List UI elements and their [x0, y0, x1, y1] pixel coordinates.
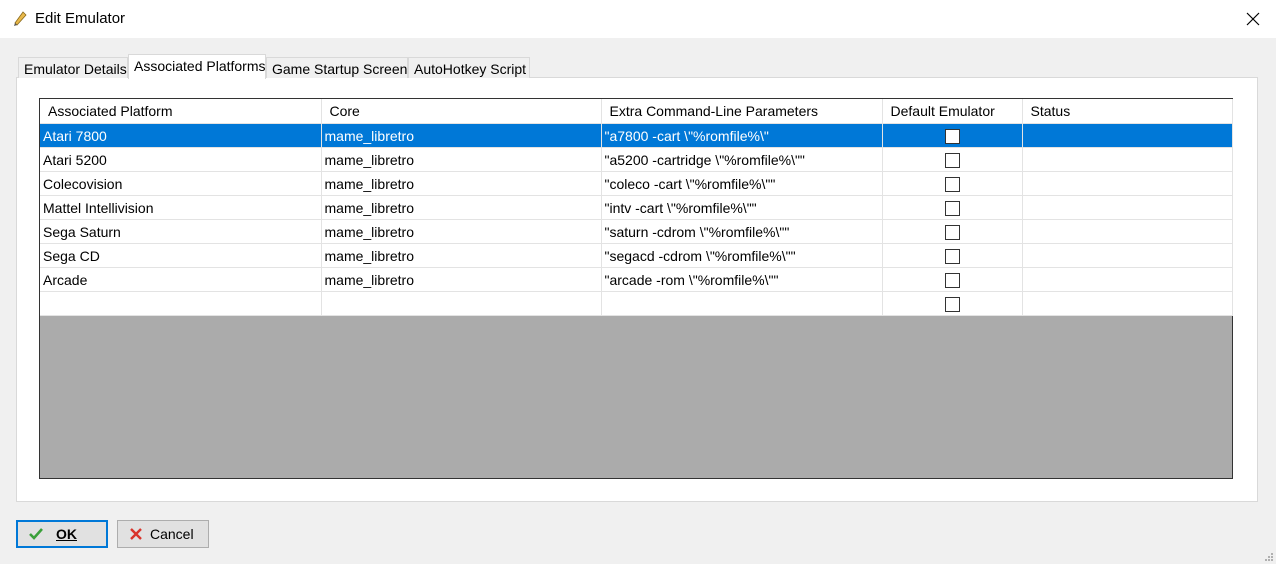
- cell-status: [1022, 267, 1233, 292]
- column-header-platform[interactable]: Associated Platform: [40, 99, 322, 124]
- tab-label: Associated Platforms: [134, 58, 266, 74]
- table-row[interactable]: Mattel Intellivision mame_libretro "intv…: [40, 195, 1233, 220]
- resize-grip-icon[interactable]: [1264, 552, 1274, 562]
- table-row[interactable]: Arcade mame_libretro "arcade -rom \"%rom…: [40, 267, 1233, 292]
- cell-status: [1022, 147, 1233, 172]
- default-checkbox[interactable]: [944, 128, 960, 144]
- tab-associated-platforms[interactable]: Associated Platforms: [128, 54, 266, 79]
- cell-default: [882, 267, 1023, 292]
- checkmark-icon: [29, 528, 43, 540]
- cell-core[interactable]: [321, 291, 602, 316]
- cell-default: [882, 219, 1023, 244]
- cell-default: [882, 291, 1023, 316]
- tab-autohotkey-script[interactable]: AutoHotkey Script: [408, 57, 530, 78]
- default-checkbox[interactable]: [944, 176, 960, 192]
- cell-platform[interactable]: Mattel Intellivision: [40, 195, 322, 220]
- cell-default: [882, 123, 1023, 148]
- cell-params[interactable]: "coleco -cart \"%romfile%\"": [601, 171, 883, 196]
- table-row[interactable]: Sega CD mame_libretro "segacd -cdrom \"%…: [40, 243, 1233, 268]
- new-row[interactable]: [40, 291, 1233, 316]
- cell-params[interactable]: "intv -cart \"%romfile%\"": [601, 195, 883, 220]
- cell-status: [1022, 243, 1233, 268]
- cell-platform[interactable]: [40, 291, 322, 316]
- cell-params[interactable]: "a7800 -cart \"%romfile%\": [601, 123, 883, 148]
- cell-platform[interactable]: Arcade: [40, 267, 322, 292]
- cancel-x-icon: [130, 528, 142, 540]
- cell-core[interactable]: mame_libretro: [321, 171, 602, 196]
- window-title: Edit Emulator: [35, 10, 126, 27]
- cell-default: [882, 243, 1023, 268]
- default-checkbox[interactable]: [944, 152, 960, 168]
- platforms-table: Associated Platform Core Extra Command-L…: [40, 99, 1233, 316]
- cell-platform[interactable]: Colecovision: [40, 171, 322, 196]
- default-checkbox[interactable]: [944, 224, 960, 240]
- cell-core[interactable]: mame_libretro: [321, 123, 602, 148]
- cell-default: [882, 195, 1023, 220]
- table-row[interactable]: Colecovision mame_libretro "coleco -cart…: [40, 171, 1233, 196]
- cell-params[interactable]: "arcade -rom \"%romfile%\"": [601, 267, 883, 292]
- cell-status: [1022, 171, 1233, 196]
- title-bar: Edit Emulator: [0, 0, 1276, 38]
- platforms-grid[interactable]: Associated Platform Core Extra Command-L…: [39, 98, 1233, 479]
- tab-label: AutoHotkey Script: [414, 61, 527, 77]
- cell-platform[interactable]: Sega CD: [40, 243, 322, 268]
- cell-core[interactable]: mame_libretro: [321, 219, 602, 244]
- column-header-core[interactable]: Core: [321, 99, 602, 124]
- cell-default: [882, 147, 1023, 172]
- pencil-icon: [14, 11, 27, 26]
- cell-params[interactable]: "segacd -cdrom \"%romfile%\"": [601, 243, 883, 268]
- cell-default: [882, 171, 1023, 196]
- cell-core[interactable]: mame_libretro: [321, 243, 602, 268]
- default-checkbox[interactable]: [944, 248, 960, 264]
- column-header-status[interactable]: Status: [1022, 99, 1233, 124]
- close-button[interactable]: [1230, 0, 1276, 38]
- cell-params[interactable]: [601, 291, 883, 316]
- cell-status: [1022, 291, 1233, 316]
- table-row[interactable]: Atari 5200 mame_libretro "a5200 -cartrid…: [40, 147, 1233, 172]
- table-row[interactable]: Atari 7800 mame_libretro "a7800 -cart \"…: [40, 123, 1233, 148]
- cell-status: [1022, 219, 1233, 244]
- ok-label: OK: [56, 526, 77, 542]
- cell-platform[interactable]: Atari 5200: [40, 147, 322, 172]
- cancel-button[interactable]: Cancel: [117, 520, 209, 548]
- column-header-params[interactable]: Extra Command-Line Parameters: [601, 99, 883, 124]
- cancel-label: Cancel: [150, 526, 194, 542]
- cell-core[interactable]: mame_libretro: [321, 195, 602, 220]
- ok-button[interactable]: OK: [16, 520, 108, 548]
- default-checkbox[interactable]: [944, 272, 960, 288]
- tab-label: Game Startup Screen: [272, 61, 408, 77]
- cell-status: [1022, 123, 1233, 148]
- table-row[interactable]: Sega Saturn mame_libretro "saturn -cdrom…: [40, 219, 1233, 244]
- tab-label: Emulator Details: [24, 61, 127, 77]
- cell-params[interactable]: "a5200 -cartridge \"%romfile%\"": [601, 147, 883, 172]
- column-header-default[interactable]: Default Emulator: [882, 99, 1023, 124]
- close-icon: [1246, 12, 1260, 26]
- default-checkbox[interactable]: [944, 200, 960, 216]
- cell-status: [1022, 195, 1233, 220]
- cell-params[interactable]: "saturn -cdrom \"%romfile%\"": [601, 219, 883, 244]
- cell-core[interactable]: mame_libretro: [321, 147, 602, 172]
- cell-core[interactable]: mame_libretro: [321, 267, 602, 292]
- default-checkbox[interactable]: [944, 296, 960, 312]
- cell-platform[interactable]: Atari 7800: [40, 123, 322, 148]
- grid-header: Associated Platform Core Extra Command-L…: [40, 99, 1233, 124]
- cell-platform[interactable]: Sega Saturn: [40, 219, 322, 244]
- tab-emulator-details[interactable]: Emulator Details: [18, 57, 128, 78]
- tab-game-startup-screen[interactable]: Game Startup Screen: [266, 57, 408, 78]
